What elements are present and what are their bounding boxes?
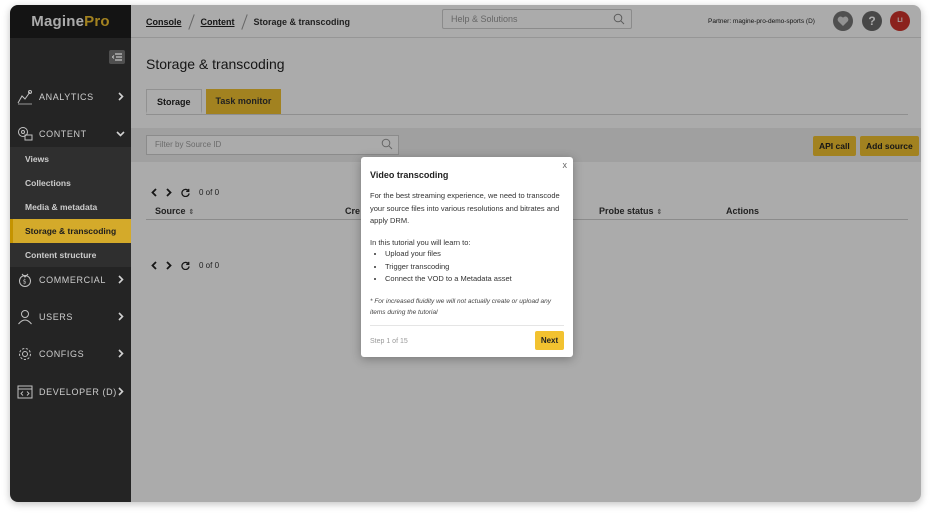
step-counter: Step 1 of 15 [370,338,408,345]
modal-divider [370,325,564,326]
close-button[interactable]: x [563,160,568,170]
list-item: Trigger transcoding [385,261,565,274]
modal-body: For the best streaming experience, we ne… [370,190,565,286]
app-window: Storage & transcoding Storage Task monit… [10,5,921,502]
list-item: Upload your files [385,248,565,261]
sidebar-dim-overlay [10,38,131,502]
modal-intro: For the best streaming experience, we ne… [370,191,560,225]
next-button[interactable]: Next [535,331,564,350]
modal-bullet-list: Upload your files Trigger transcoding Co… [370,248,565,286]
modal-title: Video transcoding [370,170,449,180]
topbar-dim-overlay [10,5,921,38]
list-item: Connect the VOD to a Metadata asset [385,273,565,286]
tutorial-modal: x Video transcoding For the best streami… [361,157,573,357]
modal-note: * For increased fluidity we will not act… [370,298,552,316]
